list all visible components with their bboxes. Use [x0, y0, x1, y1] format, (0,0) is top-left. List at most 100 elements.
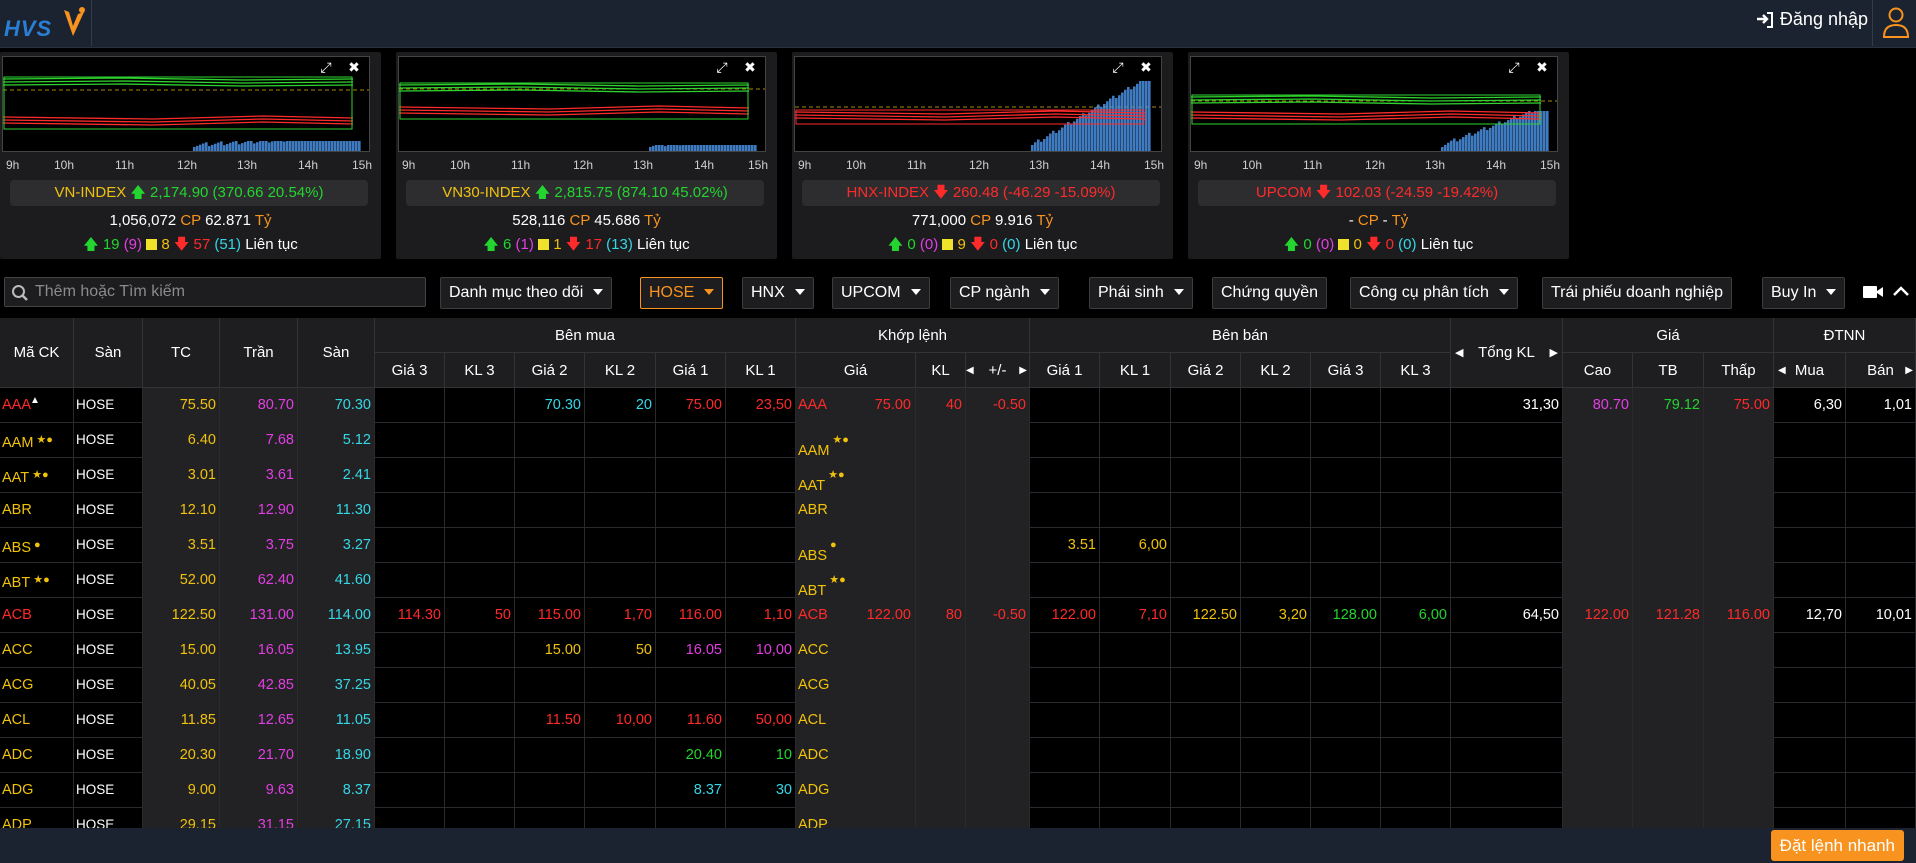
hour-label: 11h: [511, 158, 531, 172]
cell-match-change: -0.50: [966, 388, 1030, 423]
cell-symbol[interactable]: AAM ★●: [0, 423, 74, 458]
index-mini-chart: [1190, 94, 1557, 151]
index-panel-1[interactable]: ⤢ ✖ 9h 10h 11h 12h 13h 14h 15h VN30-INDEX 🡅 2,815…: [396, 52, 777, 259]
unit-label: Tỷ: [644, 212, 661, 229]
cell-bid: 23,50: [726, 388, 796, 423]
scroll-left-icon[interactable]: ◀: [966, 353, 974, 388]
table-row[interactable]: ACB HOSE 122.50 131.00 114.00 114.30 50 115.00 1…: [0, 598, 1916, 633]
filter-danh-m-c-theo-d-i[interactable]: Danh mục theo dõi: [440, 277, 613, 309]
close-chart-icon[interactable]: ✖: [1136, 58, 1156, 76]
close-chart-icon[interactable]: ✖: [740, 58, 760, 76]
filter-buy-in[interactable]: Buy In: [1762, 277, 1846, 309]
table-row[interactable]: ACL HOSE 11.85 12.65 11.05 11.50 10,00 11.60 50,…: [0, 703, 1916, 738]
table-row[interactable]: ACC HOSE 15.00 16.05 13.95 15.00 50 16.05 10,00 A…: [0, 633, 1916, 668]
cell-bid: [726, 563, 796, 598]
table-row[interactable]: AAA HOSE 75.50 80.70 70.30 70.30 20 75.00 23,50 A…: [0, 388, 1916, 423]
hour-label: 9h: [6, 158, 20, 172]
user-account-button[interactable]: [1872, 0, 1916, 46]
cell-symbol[interactable]: ACL: [0, 703, 74, 738]
cell-symbol[interactable]: ADC: [0, 738, 74, 773]
cell-match-price: ADP: [796, 808, 916, 828]
cell-bid: [515, 458, 585, 493]
cell-symbol[interactable]: AAT ★●: [0, 458, 74, 493]
expand-chart-icon[interactable]: ⤢: [1108, 58, 1128, 76]
table-row[interactable]: ADC HOSE 20.30 21.70 18.90 20.40 10 ADC: [0, 738, 1916, 773]
cell-symbol[interactable]: ABS ●: [0, 528, 74, 563]
filter-ph-i-sinh[interactable]: Phái sinh: [1089, 277, 1193, 309]
col-mua: Mua ◀: [1774, 353, 1846, 388]
cell-ask: [1241, 458, 1311, 493]
scroll-left-icon[interactable]: ◀: [1455, 318, 1463, 388]
index-panel-0[interactable]: ⤢ ✖ 9h 10h 11h 12h 13h 14h 15h VN-INDEX 🡅 2,174.9…: [0, 52, 381, 259]
arrow-down-icon: 🡇: [933, 184, 949, 201]
table-row[interactable]: ACG HOSE 40.05 42.85 37.25 ACG: [0, 668, 1916, 703]
login-button[interactable]: Đăng nhập: [1756, 9, 1868, 30]
cell-symbol[interactable]: ACB: [0, 598, 74, 633]
table-row[interactable]: ABR HOSE 12.10 12.90 11.30 ABR: [0, 493, 1916, 528]
cell-ask: [1381, 808, 1451, 828]
unchanged-square-icon: [146, 239, 158, 250]
hour-label: 11h: [907, 158, 927, 172]
table-row[interactable]: ADG HOSE 9.00 9.63 8.37 8.37 30 ADG: [0, 773, 1916, 808]
index-name: VN-INDEX: [54, 184, 127, 201]
hour-label: 15h: [748, 158, 769, 172]
collapse-chevron-up-icon[interactable]: [1892, 284, 1910, 298]
ceiling-count: (0): [919, 236, 939, 253]
table-row[interactable]: ABS ● HOSE 3.51 3.75 3.27 ABS● 3.51 6,00: [0, 528, 1916, 564]
cell-symbol[interactable]: ADP: [0, 808, 74, 828]
table-row[interactable]: ABT ★● HOSE 52.00 62.40 41.60 ABT★●: [0, 563, 1916, 599]
close-chart-icon[interactable]: ✖: [344, 58, 364, 76]
filter-hnx[interactable]: HNX: [742, 277, 814, 309]
index-panel-2[interactable]: ⤢ ✖ 9h 10h 11h 12h 13h 14h 15h HNX-INDEX 🡇 260.48…: [792, 52, 1173, 259]
index-volume: 1,056,072: [109, 212, 177, 229]
logo[interactable]: HVS: [0, 0, 92, 46]
cell-low: [1704, 703, 1774, 738]
index-chart[interactable]: [794, 56, 1162, 152]
expand-chart-icon[interactable]: ⤢: [1504, 58, 1524, 76]
cell-symbol[interactable]: ACC: [0, 633, 74, 668]
cell-symbol[interactable]: ABR: [0, 493, 74, 528]
scroll-left-icon[interactable]: ◀: [1778, 353, 1786, 388]
index-chart[interactable]: [1190, 56, 1558, 152]
filter-cp-ng-nh[interactable]: CP ngành: [950, 277, 1059, 309]
table-row[interactable]: AAM ★● HOSE 6.40 7.68 5.12 AAM★●: [0, 423, 1916, 459]
quick-order-button[interactable]: Đặt lệnh nhanh: [1770, 830, 1904, 861]
scroll-right-icon[interactable]: ▶: [1550, 318, 1558, 388]
cell-symbol[interactable]: AAA: [0, 388, 74, 423]
cell-bid: 114.30: [375, 598, 445, 633]
filter-upcom[interactable]: UPCOM: [832, 277, 930, 309]
cell-match-price: AAA 75.00: [796, 388, 916, 423]
cell-tran: 42.85: [220, 668, 298, 703]
table-row[interactable]: AAT ★● HOSE 3.01 3.61 2.41 AAT★●: [0, 458, 1916, 494]
search-input[interactable]: [35, 282, 415, 302]
cell-symbol[interactable]: ABT ★●: [0, 563, 74, 598]
cell-ask: 7,10: [1100, 598, 1171, 633]
expand-chart-icon[interactable]: ⤢: [316, 58, 336, 76]
scroll-right-icon[interactable]: ▶: [1905, 353, 1913, 388]
cell-symbol[interactable]: ACG: [0, 668, 74, 703]
cell-match-price: ABR: [796, 493, 916, 528]
filter-c-ng-c-ph-n-t-ch[interactable]: Công cụ phân tích: [1350, 277, 1518, 309]
close-chart-icon[interactable]: ✖: [1532, 58, 1552, 76]
expand-chart-icon[interactable]: ⤢: [712, 58, 732, 76]
scroll-right-icon[interactable]: ▶: [1019, 353, 1027, 388]
index-chart[interactable]: [398, 56, 766, 152]
index-panel-3[interactable]: ⤢ ✖ 9h 10h 11h 12h 13h 14h 15h UPCOM 🡇 102.03 (-2…: [1188, 52, 1569, 259]
login-label: Đăng nhập: [1779, 9, 1868, 29]
symbol: AAT: [2, 470, 30, 486]
group-ben-mua: Bên mua: [375, 318, 796, 353]
cell-ask: [1381, 493, 1451, 528]
cell-symbol[interactable]: ADG: [0, 773, 74, 808]
cell-match-change: [966, 528, 1030, 563]
filter-hose[interactable]: HOSE: [640, 277, 724, 309]
table-row[interactable]: ADP HOSE 29.15 31.15 27.15 ADP: [0, 808, 1916, 828]
group-khop-lenh-label: Khớp lệnh: [877, 327, 948, 344]
video-camera-icon[interactable]: [1862, 284, 1884, 300]
cell-san: 18.90: [298, 738, 375, 773]
cell-bid: [585, 808, 656, 828]
filter-tr-i-phi-u-doanh-nghi-p[interactable]: Trái phiếu doanh nghiệp: [1542, 277, 1732, 309]
index-chart[interactable]: [2, 56, 370, 152]
cell-bid: [585, 563, 656, 598]
filter-ch-ng-quy-n[interactable]: Chứng quyền: [1212, 277, 1327, 309]
cell-ask: 3.51: [1030, 528, 1100, 563]
